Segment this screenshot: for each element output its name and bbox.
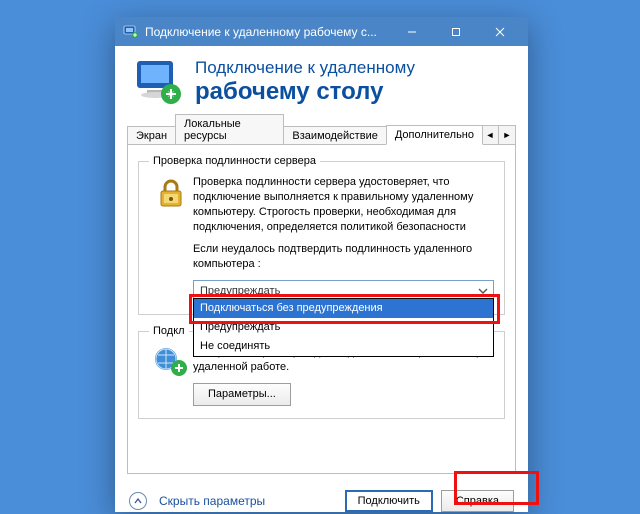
- lock-icon: [149, 175, 193, 302]
- tab-advanced[interactable]: Дополнительно: [386, 125, 483, 145]
- globe-icon: [149, 345, 193, 406]
- auth-option-warn[interactable]: Предупреждать: [194, 318, 493, 337]
- tab-experience[interactable]: Взаимодействие: [283, 126, 386, 145]
- collapse-options-link[interactable]: Скрыть параметры: [159, 494, 265, 508]
- dialog-header: Подключение к удаленному рабочему столу: [115, 46, 528, 122]
- minimize-button[interactable]: [390, 17, 434, 46]
- titlebar-controls: [390, 17, 522, 46]
- dialog-footer: Скрыть параметры Подключить Справка: [115, 482, 528, 512]
- group-gateway-legend: Подкл: [149, 325, 189, 337]
- dialog-title-block: Подключение к удаленному рабочему столу: [195, 58, 415, 105]
- tab-scroll-left[interactable]: ◄: [481, 125, 499, 145]
- auth-mode-dropdown: Подключаться без предупреждения Предупре…: [193, 298, 494, 357]
- group-server-auth-text: Проверка подлинности сервера удостоверяе…: [193, 175, 494, 302]
- window-title: Подключение к удаленному рабочему с...: [145, 25, 390, 39]
- tab-display[interactable]: Экран: [127, 126, 176, 145]
- tab-scroll: ◄ ►: [482, 124, 516, 144]
- auth-prompt: Если неудалось подтвердить подлинность у…: [193, 242, 494, 272]
- tab-scroll-right[interactable]: ►: [498, 125, 516, 145]
- maximize-button[interactable]: [434, 17, 478, 46]
- auth-combo-wrap: Предупреждать Подключаться без предупреж…: [193, 280, 494, 302]
- group-server-auth: Проверка подлинности сервера Проверка по…: [138, 155, 505, 315]
- close-button[interactable]: [478, 17, 522, 46]
- tabs-row: Экран Локальные ресурсы Взаимодействие Д…: [127, 122, 516, 144]
- auth-option-connect-no-warn[interactable]: Подключаться без предупреждения: [194, 299, 493, 318]
- dialog-title-line1: Подключение к удаленному: [195, 58, 415, 78]
- rdp-window: Подключение к удаленному рабочему с...: [115, 17, 528, 512]
- help-button[interactable]: Справка: [441, 490, 514, 512]
- auth-description: Проверка подлинности сервера удостоверяе…: [193, 175, 494, 234]
- tabpanel-advanced: Проверка подлинности сервера Проверка по…: [127, 144, 516, 474]
- app-icon: [123, 24, 139, 40]
- group-server-auth-legend: Проверка подлинности сервера: [149, 155, 320, 167]
- titlebar: Подключение к удаленному рабочему с...: [115, 17, 528, 46]
- connect-button[interactable]: Подключить: [345, 490, 433, 512]
- auth-mode-value: Предупреждать: [200, 284, 280, 299]
- auth-option-dont-connect[interactable]: Не соединять: [194, 337, 493, 356]
- tab-local-resources[interactable]: Локальные ресурсы: [175, 114, 284, 145]
- chevron-up-icon[interactable]: [129, 492, 147, 510]
- dialog-title-line2: рабочему столу: [195, 78, 415, 106]
- gateway-settings-button[interactable]: Параметры...: [193, 383, 291, 406]
- rdp-logo-icon: [133, 56, 185, 108]
